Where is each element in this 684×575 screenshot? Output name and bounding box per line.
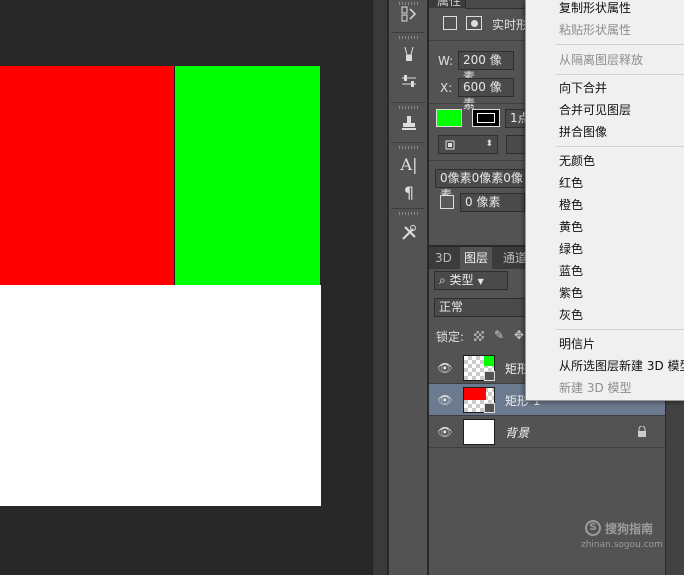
dock-grip[interactable] [399,212,419,215]
corner-radius-field[interactable]: 0 像素 [460,193,525,212]
layer-thumbnail[interactable] [463,419,495,445]
layer-name[interactable]: 背景 [505,424,529,441]
menu-item-new-3d-model: 新建 3D 模型 [559,381,632,395]
properties-tab[interactable]: 属性 [437,0,461,9]
menu-item-new-3d-from-layer[interactable]: 从所选图层新建 3D 模型 [559,359,684,373]
shape-layer-badge-icon [484,403,495,413]
menu-item-paste-shape-attributes: 粘贴形状属性 [559,23,632,37]
tool-presets-icon[interactable] [397,222,421,244]
panel-dock-column: A| ¶ [388,0,428,575]
align-dropdown[interactable]: ⬍ [438,135,498,154]
x-label: X: [440,81,453,95]
sogou-watermark: S 搜狗指南 zhinan.sogou.com [581,520,680,560]
red-rectangle-shape[interactable] [0,66,174,285]
menu-item-red[interactable]: 红色 [559,176,583,190]
layer-filter-label: 类型 [449,273,474,287]
menu-item-gray[interactable]: 灰色 [559,308,583,322]
menu-separator [556,329,684,330]
dropdown-arrow-icon: ⬍ [485,139,493,149]
menu-item-blue[interactable]: 蓝色 [559,264,583,278]
layer-thumbnail[interactable] [463,355,495,381]
dock-separator [391,142,425,143]
clone-stamp-icon[interactable] [397,112,421,134]
menu-separator [556,44,684,45]
visibility-eye-icon[interactable]: 👁 [437,393,453,407]
realtime-shape-label: 实时形 [492,18,529,32]
sogou-logo-icon: S [585,520,601,536]
lock-transparency-icon[interactable] [474,331,484,341]
x-position-field[interactable]: 600 像素 [458,78,514,111]
fill-color-swatch[interactable] [436,109,462,127]
menu-item-yellow[interactable]: 黄色 [559,220,583,234]
w-label: W: [438,54,454,68]
lock-pixels-brush-icon[interactable]: ✎ [494,328,508,342]
caps-dropdown[interactable] [506,135,526,154]
dock-separator [391,32,425,33]
white-background-area[interactable] [0,285,321,506]
padding-field[interactable]: 0像素0像素0像素 [435,169,527,202]
menu-item-violet[interactable]: 紫色 [559,286,583,300]
visibility-eye-icon[interactable]: 👁 [437,361,453,375]
menu-item-copy-shape-attributes[interactable]: 复制形状属性 [559,1,631,15]
lock-label: 锁定: [436,330,465,344]
shape-layer-badge-icon [484,371,495,381]
menu-separator [556,74,684,75]
stroke-color-swatch[interactable] [472,109,500,127]
green-rectangle-shape[interactable] [174,66,320,285]
tab-layers[interactable]: 图层 [460,247,493,269]
menu-item-green[interactable]: 绿色 [559,242,583,256]
lock-icon [637,425,647,438]
width-field[interactable]: 200 像素 [458,51,514,84]
pixel-mask-icon[interactable] [443,16,457,30]
visibility-eye-icon[interactable]: 👁 [437,425,453,439]
menu-item-postcard[interactable]: 明信片 [559,337,595,351]
dock-grip[interactable] [399,36,419,39]
sliders-icon[interactable] [397,70,421,92]
watermark-text: 搜狗指南 [605,522,654,536]
dock-grip[interactable] [399,146,419,149]
search-icon: ⌕ [439,273,450,287]
chevron-down-icon: ▼ [477,277,484,286]
menu-separator [556,146,684,147]
watermark-url: zhinan.sogou.com [581,540,663,550]
menu-item-merge-down[interactable]: 向下合并 [559,81,607,95]
dock-separator [391,208,425,209]
menu-item-merge-visible[interactable]: 合并可见图层 [559,103,631,117]
blend-mode-dropdown[interactable]: 正常 [434,298,526,317]
character-icon[interactable]: A| [397,153,421,175]
menu-item-flatten-image[interactable]: 拼合图像 [559,125,607,139]
tab-3d[interactable]: 3D [431,247,456,269]
vector-mask-icon[interactable] [466,16,482,30]
menu-item-no-color[interactable]: 无颜色 [559,154,595,168]
brush-tool-icon[interactable] [397,43,421,65]
layer-thumbnail[interactable] [463,387,495,413]
layer-row[interactable]: 👁 背景 [429,416,665,448]
layer-filter-dropdown[interactable]: ⌕ 类型 ▼ [434,271,508,290]
paragraph-icon[interactable]: ¶ [397,181,421,203]
menu-item-release-from-isolation: 从隔离图层释放 [559,53,644,67]
canvas-scrollbar[interactable] [372,0,387,575]
dock-grip[interactable] [399,106,419,109]
dock-separator [391,102,425,103]
history-icon[interactable] [397,3,421,25]
context-menu: 复制形状属性 粘贴形状属性 从隔离图层释放 向下合并 合并可见图层 拼合图像 无… [525,0,684,401]
link-corners-checkbox[interactable] [440,195,454,209]
menu-item-orange[interactable]: 橙色 [559,198,583,212]
properties-tab-field [465,0,527,9]
